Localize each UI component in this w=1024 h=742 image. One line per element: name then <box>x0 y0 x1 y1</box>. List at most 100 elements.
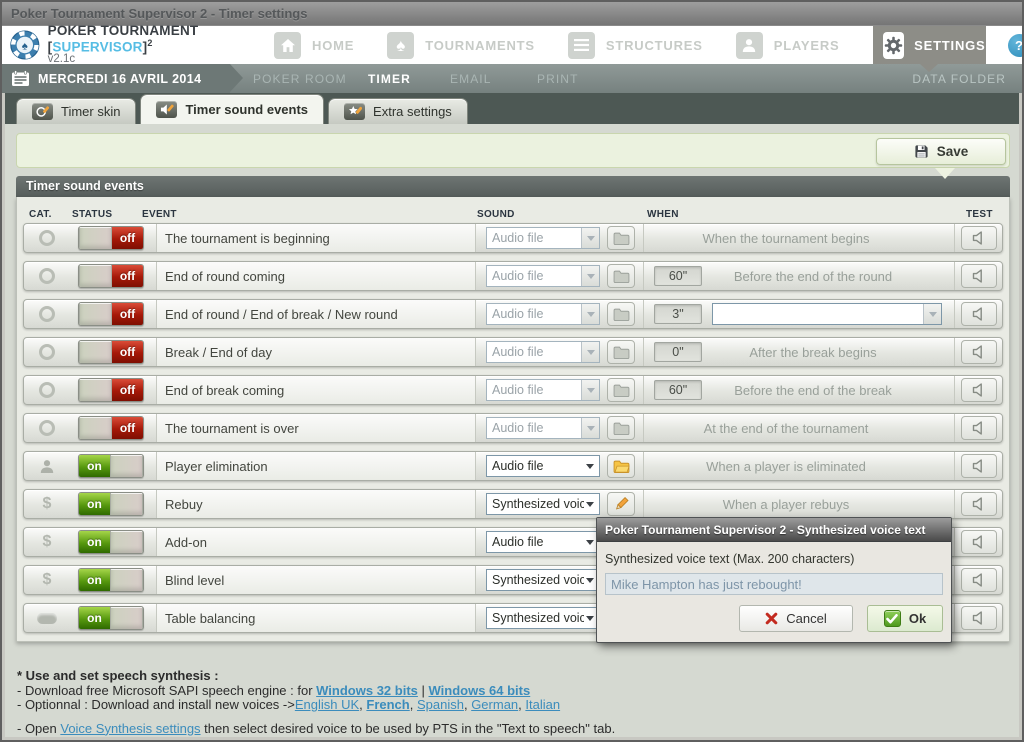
test-sound-button[interactable] <box>961 416 997 440</box>
sound-select[interactable]: Audio file <box>486 531 600 553</box>
nav-structures[interactable]: STRUCTURES <box>568 32 703 59</box>
table-row: offThe tournament is beginningAudio file… <box>23 223 1003 253</box>
chevron-down-icon <box>586 540 594 549</box>
test-sound-button[interactable] <box>961 606 997 630</box>
subnav-email[interactable]: EMAIL <box>450 72 492 86</box>
subnav-timer[interactable]: TIMER <box>368 72 411 86</box>
chevron-down-icon <box>923 304 941 324</box>
status-toggle[interactable]: off <box>78 416 144 440</box>
event-name: End of round / End of break / New round <box>156 300 476 328</box>
table-row: off End of round / End of break / New rou… <box>23 299 1003 329</box>
nav-players[interactable]: PLAYERS <box>736 32 840 59</box>
status-toggle[interactable]: off <box>78 378 144 402</box>
test-sound-button[interactable] <box>961 530 997 554</box>
nav-home[interactable]: HOME <box>274 32 354 59</box>
link-german[interactable]: German <box>471 697 518 712</box>
event-label: Break / End of day <box>165 345 272 360</box>
nav-settings[interactable]: SETTINGS <box>873 26 986 64</box>
dialog-title-bar[interactable]: Poker Tournament Supervisor 2 - Synthesi… <box>597 518 951 542</box>
sound-select[interactable]: Synthesized voice <box>486 607 600 629</box>
toggle-knob <box>79 265 112 287</box>
category-circle-icon <box>30 344 64 360</box>
event-label: End of round coming <box>165 269 285 284</box>
delay-seconds-input[interactable]: 0" <box>654 342 702 362</box>
link-spanish[interactable]: Spanish <box>417 697 464 712</box>
event-label: End of round / End of break / New round <box>165 307 398 322</box>
delay-seconds-input[interactable]: 60" <box>654 266 702 286</box>
when-sound-select[interactable] <box>712 303 942 325</box>
link-french[interactable]: French <box>366 697 409 712</box>
person-icon <box>736 32 763 59</box>
link-voice-synthesis-settings[interactable]: Voice Synthesis settings <box>60 721 200 736</box>
event-name: Break / End of day <box>156 338 476 366</box>
help-button[interactable]: ? <box>1008 34 1024 57</box>
tab-timer-skin[interactable]: Timer skin <box>16 98 136 124</box>
app-header: ♠ POKER TOURNAMENT [SUPERVISOR]2 v2.1c H… <box>2 26 1022 64</box>
current-date[interactable]: MERCREDI 16 AVRIL 2014 <box>2 64 230 93</box>
link-english-uk[interactable]: English UK <box>295 697 359 712</box>
test-sound-button[interactable] <box>961 454 997 478</box>
status-toggle[interactable]: off <box>78 226 144 250</box>
link-windows-64[interactable]: Windows 64 bits <box>429 683 531 698</box>
settings-active-notch <box>920 64 938 72</box>
link-italian[interactable]: Italian <box>525 697 560 712</box>
link-windows-32[interactable]: Windows 32 bits <box>316 683 418 698</box>
subnav-print[interactable]: PRINT <box>537 72 579 86</box>
nav-tournaments[interactable]: ♠ TOURNAMENTS <box>387 32 535 59</box>
test-sound-button[interactable] <box>961 492 997 516</box>
test-sound-button[interactable] <box>961 340 997 364</box>
category-person-icon <box>30 459 64 473</box>
test-sound-button[interactable] <box>961 264 997 288</box>
test-sound-button[interactable] <box>961 226 997 250</box>
dollar-icon: $ <box>43 571 52 589</box>
toggle-state-label: on <box>79 493 110 515</box>
when-description: Before the end of the round <box>702 269 954 284</box>
event-label: Rebuy <box>165 497 203 512</box>
browse-audio-file-button[interactable] <box>607 454 635 478</box>
toggle-state-label: on <box>79 455 110 477</box>
test-sound-button[interactable] <box>961 568 997 592</box>
chevron-down-icon <box>581 304 599 324</box>
svg-text:♠: ♠ <box>22 40 28 52</box>
status-toggle[interactable]: on <box>78 530 144 554</box>
status-toggle[interactable]: on <box>78 568 144 592</box>
extra-settings-icon <box>344 103 365 120</box>
column-headers: CAT. STATUS EVENT SOUND WHEN TEST <box>17 197 1009 223</box>
status-toggle[interactable]: on <box>78 492 144 516</box>
test-sound-button[interactable] <box>961 378 997 402</box>
status-toggle[interactable]: on <box>78 606 144 630</box>
sound-select[interactable]: Synthesized voice <box>486 569 600 591</box>
event-name: Add-on <box>156 528 476 556</box>
save-toolbar: Save <box>16 133 1010 168</box>
status-toggle[interactable]: off <box>78 264 144 288</box>
ok-button[interactable]: Ok <box>867 605 943 632</box>
edit-voice-text-button[interactable] <box>607 492 635 516</box>
subnav-data-folder[interactable]: DATA FOLDER <box>912 72 1006 86</box>
status-toggle[interactable]: on <box>78 454 144 478</box>
save-button[interactable]: Save <box>876 138 1006 165</box>
subnav-poker-room[interactable]: POKER ROOM <box>253 72 347 86</box>
speaker-icon <box>972 459 987 473</box>
footer-line-open-settings: - Open Voice Synthesis settings then sel… <box>17 722 1019 737</box>
sound-select[interactable]: Synthesized voice <box>486 493 600 515</box>
chevron-down-icon <box>581 380 599 400</box>
category-dollar-icon: $ <box>30 571 64 589</box>
test-sound-button[interactable] <box>961 302 997 326</box>
category-dollar-icon: $ <box>30 533 64 551</box>
delay-seconds-input[interactable]: 60" <box>654 380 702 400</box>
tab-timer-sound-events[interactable]: Timer sound events <box>140 94 324 124</box>
category-circle-icon <box>30 306 64 322</box>
status-toggle[interactable]: off <box>78 340 144 364</box>
tab-extra-settings[interactable]: Extra settings <box>328 98 468 124</box>
red-x-icon <box>765 612 778 625</box>
spade-icon: ♠ <box>387 32 414 59</box>
voice-text-input[interactable] <box>605 573 943 595</box>
sound-select[interactable]: Audio file <box>486 455 600 477</box>
browse-audio-file-button <box>607 378 635 402</box>
status-toggle[interactable]: off <box>78 302 144 326</box>
cancel-button[interactable]: Cancel <box>739 605 853 632</box>
delay-seconds-input[interactable]: 3" <box>654 304 702 324</box>
brand-text: POKER TOURNAMENT [SUPERVISOR]2 v2.1c <box>48 24 274 67</box>
sound-select: Audio file <box>486 227 600 249</box>
home-icon <box>274 32 301 59</box>
